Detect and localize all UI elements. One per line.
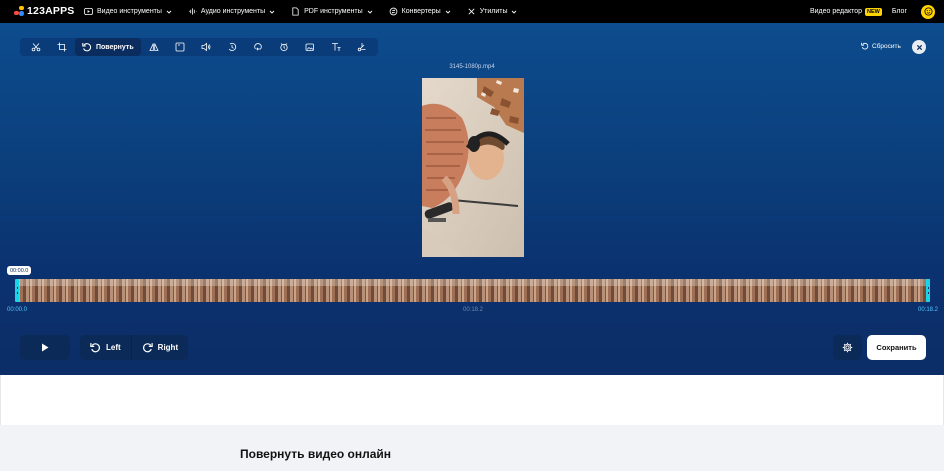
editor-area: Повернуть Сбросить 3145-1080p.mp4 00:00.… xyxy=(0,23,944,375)
text-icon xyxy=(331,43,341,51)
speed-icon xyxy=(228,42,236,51)
tool-crop[interactable] xyxy=(49,38,75,56)
nav-converters-label: Конвертеры xyxy=(401,8,441,15)
volume-icon xyxy=(201,42,211,52)
close-button[interactable] xyxy=(912,40,926,54)
timeline-end-time: 00:18.2 xyxy=(918,307,939,313)
tool-speed[interactable] xyxy=(219,38,245,56)
rotate-right-icon xyxy=(142,343,153,353)
tool-loop[interactable] xyxy=(245,38,271,56)
rotate-left-label: Left xyxy=(106,343,121,352)
rotate-left-icon xyxy=(90,343,101,353)
info-section xyxy=(0,425,944,471)
rotate-icon xyxy=(82,43,92,52)
rotate-right-button[interactable]: Right xyxy=(130,335,188,360)
current-time-indicator: 00:00.0 xyxy=(7,266,32,275)
nav-video-tools[interactable]: Видео инструменты xyxy=(84,7,172,16)
gear-icon xyxy=(842,342,853,353)
nav-audio-tools-label: Аудио инструменты xyxy=(200,8,266,15)
main-nav: Видео инструменты Аудио инструменты PDF … xyxy=(84,0,517,23)
user-avatar[interactable] xyxy=(921,4,935,19)
nav-pdf-tools-label: PDF инструменты xyxy=(304,8,363,15)
tools-icon xyxy=(468,8,475,15)
timeline-mid-time: 00:18.2 xyxy=(463,307,484,313)
convert-icon xyxy=(389,7,397,16)
tool-stabilize[interactable] xyxy=(271,38,297,56)
video-editor-label: Видео редактор xyxy=(809,8,863,15)
chevron-down-icon xyxy=(445,10,451,14)
tool-volume[interactable] xyxy=(193,38,219,56)
video-editor-link[interactable]: Видео редактор NEW xyxy=(809,7,882,16)
blog-link[interactable]: Блог xyxy=(892,8,907,15)
logo[interactable]: 123APPS xyxy=(14,5,75,17)
tool-rotate[interactable]: Повернуть xyxy=(75,38,141,56)
nav-converters[interactable]: Конвертеры xyxy=(389,7,451,16)
rotate-controls: Left Right xyxy=(80,335,189,360)
rotate-right-label: Right xyxy=(157,343,179,352)
document-icon xyxy=(292,7,299,16)
stabilize-icon xyxy=(280,43,288,52)
scissors-icon xyxy=(31,43,41,52)
play-button[interactable] xyxy=(20,335,70,360)
cut-icon xyxy=(357,43,366,52)
tool-flip[interactable] xyxy=(141,38,167,56)
play-icon xyxy=(42,343,49,352)
reset-button[interactable]: Сбросить xyxy=(861,42,901,50)
settings-button[interactable] xyxy=(833,335,862,360)
timeline-track[interactable] xyxy=(17,279,930,302)
video-preview[interactable] xyxy=(422,78,524,257)
timeline-thumbnails xyxy=(17,279,930,302)
tool-bar: Повернуть xyxy=(20,38,378,56)
nav-utilities[interactable]: Утилиты xyxy=(467,7,518,16)
flip-icon xyxy=(148,43,159,51)
reset-label: Сбросить xyxy=(872,42,901,50)
tool-add-image[interactable] xyxy=(297,38,323,56)
page-heading: Повернуть видео онлайн xyxy=(240,447,392,461)
new-badge: NEW xyxy=(865,7,882,16)
timeline-start-time: 00:00.0 xyxy=(7,307,28,313)
logo-text: 123APPS xyxy=(27,5,75,17)
chevron-down-icon xyxy=(269,10,275,14)
trim-handle-right[interactable] xyxy=(926,279,930,302)
content-spacer xyxy=(0,375,944,425)
video-frame-image xyxy=(422,78,524,257)
tool-rotate-label: Повернуть xyxy=(96,43,134,51)
tool-cut[interactable] xyxy=(23,38,49,56)
loop-icon xyxy=(253,43,262,51)
audio-wave-icon xyxy=(188,8,197,15)
logo-icon xyxy=(14,5,24,17)
chevron-down-icon xyxy=(512,10,517,14)
save-button[interactable]: Сохранить xyxy=(867,335,926,360)
rotate-left-button[interactable]: Left xyxy=(80,335,131,360)
top-navigation-bar: 123APPS Видео инструменты Аудио инструме… xyxy=(0,0,944,23)
undo-icon xyxy=(861,42,869,50)
crop-icon xyxy=(57,42,67,52)
tool-split[interactable] xyxy=(349,38,375,56)
tool-text[interactable] xyxy=(323,38,349,56)
video-filename: 3145-1080p.mp4 xyxy=(449,64,495,70)
trim-handle-left[interactable] xyxy=(15,279,19,302)
play-circle-icon xyxy=(84,7,93,16)
chevron-down-icon xyxy=(367,10,372,14)
smiley-icon xyxy=(923,7,933,16)
nav-pdf-tools[interactable]: PDF инструменты xyxy=(291,7,372,16)
add-image-icon xyxy=(305,43,314,51)
close-icon xyxy=(916,44,922,50)
nav-right: Видео редактор NEW Блог xyxy=(810,0,944,23)
nav-audio-tools[interactable]: Аудио инструменты xyxy=(188,7,275,16)
resize-icon xyxy=(175,42,185,52)
tool-resize[interactable] xyxy=(167,38,193,56)
chevron-down-icon xyxy=(166,10,172,14)
nav-video-tools-label: Видео инструменты xyxy=(97,8,162,15)
nav-utilities-label: Утилиты xyxy=(479,8,508,15)
